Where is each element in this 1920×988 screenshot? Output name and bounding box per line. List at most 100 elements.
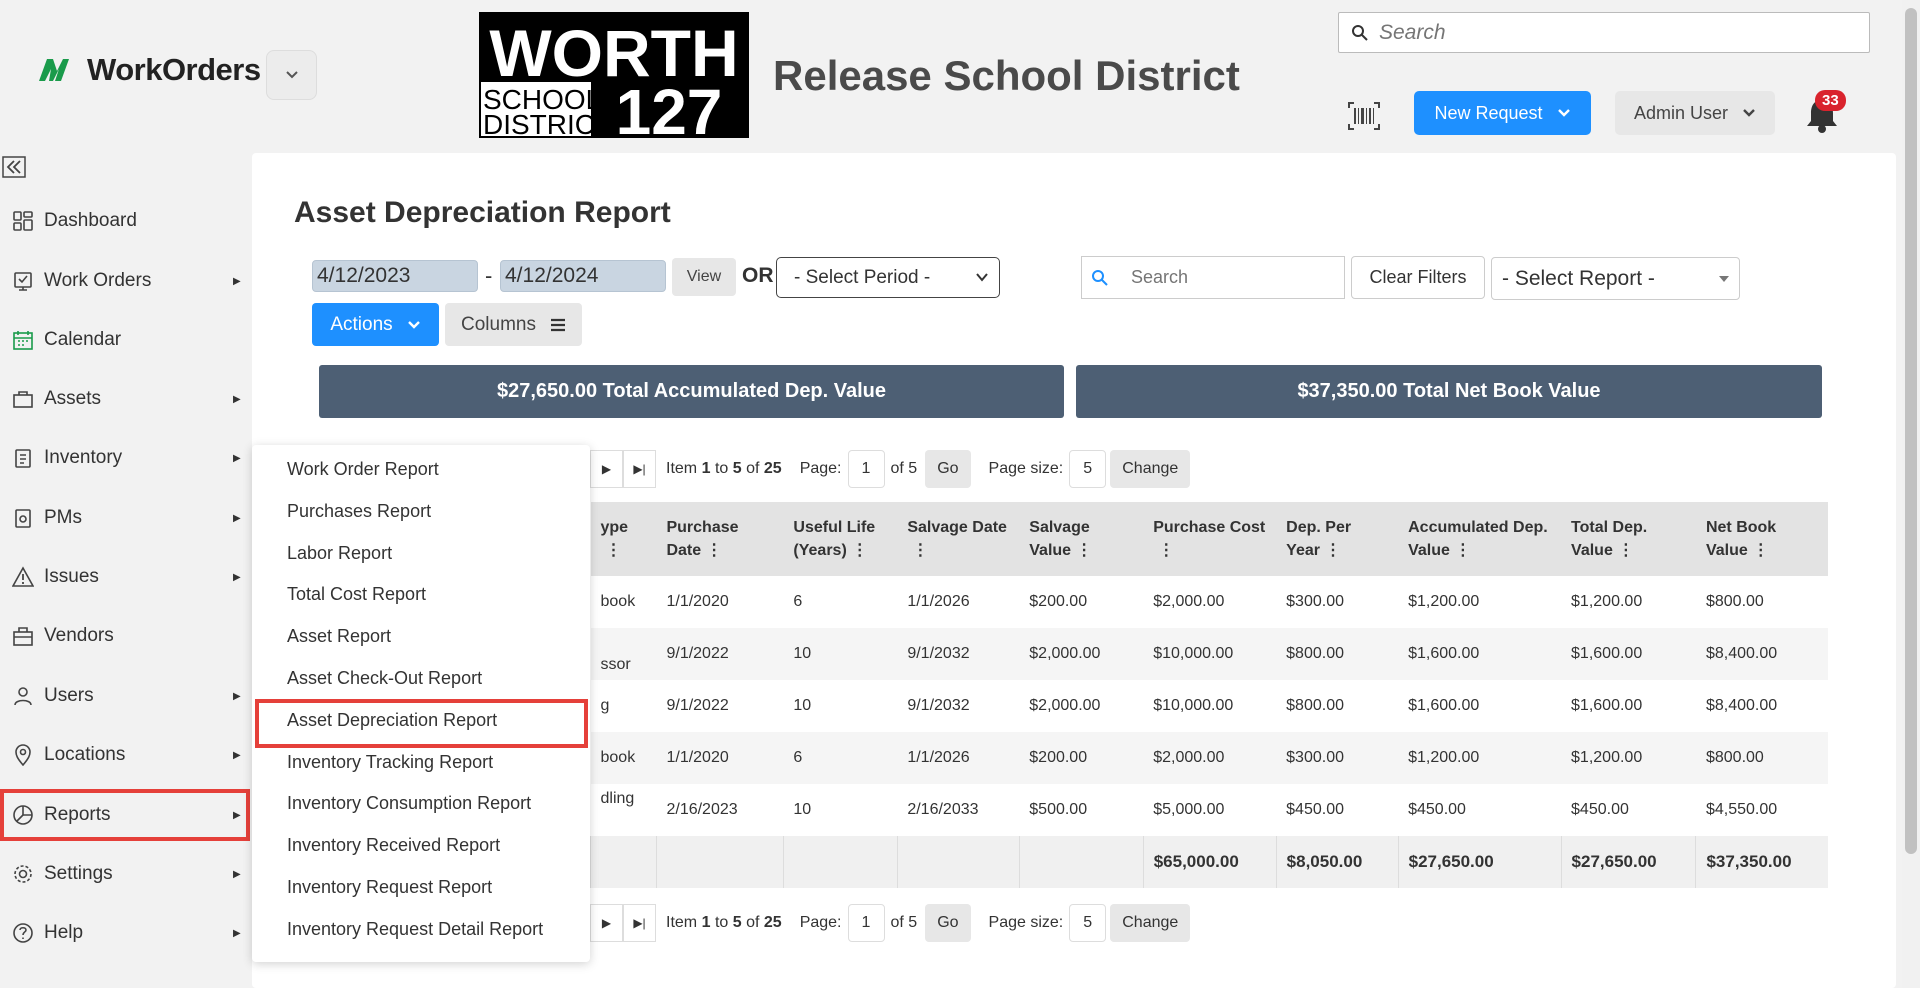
- table-row[interactable]: book 1/1/2020 6 1/1/2026 $200.00 $2,000.00 $30…: [590, 732, 1828, 784]
- total-cell: [590, 836, 657, 888]
- column-header[interactable]: Salvage Date ⋮: [897, 502, 1020, 576]
- date-to-input[interactable]: 4/12/2024: [500, 260, 666, 292]
- pager-of-label: of: [746, 460, 760, 477]
- brand-logo[interactable]: WorkOrders: [37, 52, 261, 88]
- caret-right-icon: ▶: [233, 571, 241, 583]
- page-size-input[interactable]: 5: [1069, 904, 1107, 942]
- caret-right-icon: ▶: [233, 868, 241, 880]
- sidebar-item-settings[interactable]: Settings ▶: [0, 848, 250, 900]
- column-header[interactable]: Total Dep. Value ⋮: [1561, 502, 1696, 576]
- page-size-input[interactable]: 5: [1069, 450, 1107, 488]
- menu-item-purchases-report[interactable]: Purchases Report: [287, 501, 431, 522]
- column-header[interactable]: Useful Life (Years) ⋮: [783, 502, 898, 576]
- column-header[interactable]: Purchase Date ⋮: [656, 502, 784, 576]
- report-search[interactable]: [1081, 256, 1345, 299]
- go-button[interactable]: Go: [925, 450, 971, 488]
- global-search-input[interactable]: [1379, 20, 1839, 45]
- column-menu-icon[interactable]: ⋮: [706, 539, 722, 562]
- scrollbar-thumb[interactable]: [1905, 8, 1917, 854]
- next-page-button[interactable]: ▶: [590, 904, 623, 942]
- sidebar-item-users[interactable]: Users ▶: [0, 670, 250, 722]
- sidebar-item-calendar[interactable]: Calendar: [0, 314, 250, 366]
- actions-button[interactable]: Actions: [312, 303, 439, 346]
- menu-item-inventory-request-report[interactable]: Inventory Request Report: [287, 877, 492, 898]
- sidebar-item-assets[interactable]: Assets ▶: [0, 373, 250, 425]
- page-number-input[interactable]: 1: [847, 450, 885, 488]
- menu-item-total-cost-report[interactable]: Total Cost Report: [287, 584, 426, 605]
- table-cell: $1,200.00: [1398, 732, 1562, 784]
- collapse-sidebar-icon[interactable]: [2, 155, 26, 179]
- sidebar-item-dashboard[interactable]: Dashboard: [0, 195, 250, 247]
- sidebar-item-label: Locations: [44, 744, 126, 765]
- menu-item-work-order-report[interactable]: Work Order Report: [287, 459, 439, 480]
- page-scrollbar[interactable]: [1902, 0, 1920, 988]
- columns-button[interactable]: Columns: [445, 303, 582, 346]
- next-page-button[interactable]: ▶: [590, 450, 623, 488]
- help-icon: [12, 922, 34, 944]
- caret-right-icon: ▶: [233, 512, 241, 524]
- sidebar-item-help[interactable]: Help ▶: [0, 907, 250, 959]
- period-select[interactable]: - Select Period -: [776, 257, 1000, 298]
- table-cell: book: [600, 593, 636, 610]
- sidebar-item-inventory[interactable]: Inventory ▶: [0, 432, 250, 484]
- global-search[interactable]: [1338, 12, 1870, 53]
- sidebar-item-locations[interactable]: Locations ▶: [0, 729, 250, 781]
- column-menu-icon[interactable]: ⋮: [1325, 539, 1341, 562]
- column-header[interactable]: Accumulated Dep. Value ⋮: [1398, 502, 1562, 576]
- menu-item-inventory-request-detail-report[interactable]: Inventory Request Detail Report: [287, 919, 543, 940]
- page-number-input[interactable]: 1: [847, 904, 885, 942]
- total-cell: $37,350.00: [1695, 836, 1828, 888]
- column-menu-icon[interactable]: ⋮: [912, 539, 928, 562]
- go-button[interactable]: Go: [925, 904, 971, 942]
- menu-item-asset-report[interactable]: Asset Report: [287, 626, 391, 647]
- menu-item-inventory-received-report[interactable]: Inventory Received Report: [287, 835, 500, 856]
- sidebar-item-issues[interactable]: Issues ▶: [0, 551, 250, 603]
- period-select-value: - Select Period -: [794, 266, 931, 288]
- last-page-button[interactable]: ▶|: [623, 450, 656, 488]
- column-header[interactable]: ype ⋮: [590, 502, 657, 576]
- sidebar-item-work-orders[interactable]: Work Orders ▶: [0, 255, 250, 307]
- column-menu-icon[interactable]: ⋮: [1076, 539, 1092, 562]
- table-row[interactable]: dling 2/16/2023 10 2/16/2033 $500.00 $5,000.0…: [591, 784, 1829, 836]
- date-from-input[interactable]: 4/12/2023: [312, 260, 478, 292]
- report-select[interactable]: - Select Report -: [1491, 257, 1740, 300]
- sidebar-item-pms[interactable]: PMs ▶: [0, 492, 250, 544]
- table-cell: $2,000.00: [1153, 593, 1225, 610]
- barcode-scan-icon[interactable]: [1348, 102, 1380, 130]
- sidebar-item-vendors[interactable]: Vendors: [0, 610, 250, 662]
- table-row[interactable]: g 9/1/2022 10 9/1/2032 $2,000.00 $10,000.00 $8…: [591, 680, 1829, 732]
- clear-filters-button[interactable]: Clear Filters: [1351, 256, 1485, 299]
- column-header[interactable]: Dep. Per Year ⋮: [1276, 502, 1399, 576]
- total-cell: [1018, 836, 1144, 888]
- menu-item-labor-report[interactable]: Labor Report: [287, 543, 392, 564]
- caret-right-icon: ▶: [233, 690, 241, 702]
- worth-district-logo-image: WORTH SCHOOL DISTRICT 127: [479, 12, 749, 148]
- table-cell: dling: [600, 790, 635, 807]
- sidebar-item-reports[interactable]: Reports ▶: [0, 789, 250, 841]
- column-menu-icon[interactable]: ⋮: [1158, 539, 1174, 562]
- new-request-button[interactable]: New Request: [1414, 91, 1591, 135]
- report-search-input[interactable]: [1131, 267, 1331, 288]
- menu-item-asset-check-out-report[interactable]: Asset Check-Out Report: [287, 668, 482, 689]
- last-page-button[interactable]: ▶|: [623, 904, 656, 942]
- users-icon: [12, 685, 34, 707]
- column-menu-icon[interactable]: ⋮: [852, 539, 868, 562]
- column-menu-icon[interactable]: ⋮: [606, 539, 622, 562]
- table-row[interactable]: book 1/1/2020 6 1/1/2026 $200.00 $2,000.00 $30…: [591, 576, 1829, 628]
- menu-item-inventory-consumption-report[interactable]: Inventory Consumption Report: [287, 793, 531, 814]
- table-row[interactable]: ssor 9/1/2022 10 9/1/2032 $2,000.00 $10,000.0…: [590, 628, 1828, 680]
- column-menu-icon[interactable]: ⋮: [1455, 539, 1471, 562]
- menu-item-inventory-tracking-report[interactable]: Inventory Tracking Report: [287, 752, 493, 773]
- view-button[interactable]: View: [672, 258, 736, 296]
- change-button[interactable]: Change: [1110, 450, 1191, 488]
- column-header[interactable]: Salvage Value ⋮: [1019, 502, 1144, 576]
- app-switcher-button[interactable]: [266, 50, 317, 100]
- columns-label: Columns: [461, 313, 536, 335]
- column-menu-icon[interactable]: ⋮: [1618, 539, 1634, 562]
- column-menu-icon[interactable]: ⋮: [1753, 539, 1769, 562]
- change-button[interactable]: Change: [1110, 904, 1191, 942]
- column-header[interactable]: Purchase Cost ⋮: [1143, 502, 1277, 576]
- table-cell: 9/1/2022: [666, 697, 729, 714]
- column-header[interactable]: Net Book Value ⋮: [1695, 502, 1828, 576]
- user-menu-button[interactable]: Admin User: [1615, 91, 1775, 135]
